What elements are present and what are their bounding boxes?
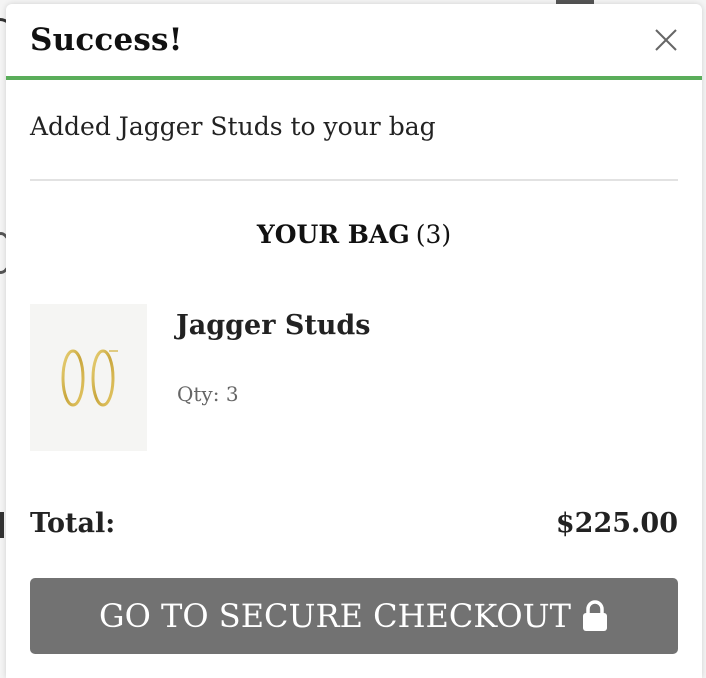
modal-header: Success! (6, 4, 702, 80)
background-page-fragment (0, 512, 4, 538)
divider (30, 179, 678, 181)
close-button[interactable] (652, 26, 680, 54)
product-name[interactable]: Jagger Studs (176, 310, 371, 341)
product-image[interactable] (30, 304, 147, 451)
total-label: Total: (30, 508, 116, 539)
total-value: $225.00 (555, 508, 678, 539)
bag-heading: YOUR BAG (3) (6, 220, 702, 249)
product-quantity: Qty: 3 (177, 382, 239, 406)
checkout-button-label: GO TO SECURE CHECKOUT (99, 597, 571, 635)
modal-title: Success! (30, 22, 183, 58)
bag-item-count: (3) (415, 220, 452, 249)
secure-checkout-button[interactable]: GO TO SECURE CHECKOUT (30, 578, 678, 654)
success-message: Added Jagger Studs to your bag (30, 112, 436, 141)
lock-icon (581, 600, 609, 632)
gold-hoop-earrings-image (61, 349, 118, 407)
added-to-bag-modal: Success! Added Jagger Studs to your bag … (6, 4, 702, 678)
close-icon (655, 29, 677, 51)
bag-heading-label: YOUR BAG (256, 220, 410, 249)
